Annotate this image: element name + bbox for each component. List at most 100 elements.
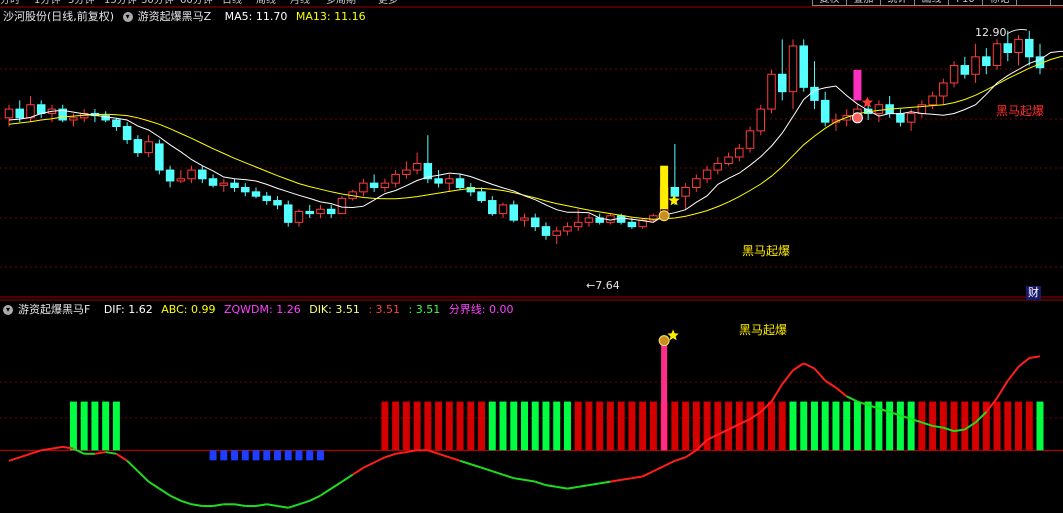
sub-bar-blue — [273, 450, 281, 461]
candle-body — [316, 208, 325, 215]
indicator-line-segment — [770, 383, 784, 403]
sub-bar — [413, 401, 421, 451]
indicator-line-segment — [362, 461, 375, 469]
sub-bar — [478, 401, 486, 451]
sub-bar — [445, 401, 453, 451]
indicator-line-segment — [846, 395, 858, 403]
candle-body — [777, 73, 787, 93]
sub-bar — [585, 401, 593, 451]
toolbar-item-6[interactable]: 日线 — [222, 0, 242, 7]
high-price-label: 12.90 — [975, 26, 1007, 39]
toolbar-item-2[interactable]: 5分钟 — [68, 0, 94, 7]
indicator-line-segment — [30, 449, 42, 455]
indicator-line-segment — [266, 503, 278, 508]
sub-bar — [112, 401, 120, 451]
toolbar-item-3[interactable]: 15分钟 — [104, 0, 137, 7]
sub-bar — [596, 401, 604, 451]
chart-canvas[interactable] — [0, 0, 1063, 513]
toolbar-item-7[interactable]: 周线 — [256, 0, 276, 7]
sub-bar-blue — [263, 450, 271, 461]
indicator-line-segment — [534, 480, 547, 487]
candle-body — [15, 108, 24, 119]
main-indicator-name: 游资起爆黑马Z — [137, 10, 212, 23]
indicator-line-segment — [835, 386, 848, 398]
toolbar-button-1[interactable]: 叠加 — [846, 0, 881, 6]
toolbar-item-9[interactable]: 多周期 — [326, 0, 356, 7]
toolbar-button-6[interactable]: - — [1016, 0, 1051, 6]
sub-bar-blue — [316, 450, 324, 461]
indicator-line-segment — [115, 452, 128, 462]
sub-bar — [563, 401, 571, 451]
candle-body — [616, 215, 626, 223]
indicator-line-segment — [567, 485, 579, 490]
sub-bar — [832, 401, 840, 451]
sub-bar — [1036, 401, 1044, 451]
sub-indicator-menu[interactable]: ▾ 游资起爆黑马F — [3, 303, 95, 316]
candle-body — [251, 191, 261, 197]
candle-body — [122, 126, 132, 141]
sub-bar-blue — [241, 450, 249, 461]
money-bag-icon — [658, 210, 670, 222]
candle-body — [455, 178, 465, 188]
indicator-line-segment — [813, 367, 826, 382]
candle-body — [402, 169, 411, 175]
candle-body — [198, 169, 207, 180]
indicator-line-segment — [352, 466, 364, 476]
sub-indicator-name: 游资起爆黑马F — [18, 303, 91, 316]
indicator-line-segment — [1006, 366, 1020, 382]
indicator-line-segment — [395, 451, 407, 455]
toolbar-item-1[interactable]: 1分钟 — [34, 0, 60, 7]
candle-body — [509, 204, 519, 221]
indicator-line-segment — [126, 460, 139, 472]
candle-body — [573, 221, 583, 228]
indicator-line-segment — [996, 380, 1009, 399]
sub-bar — [961, 401, 969, 451]
toolbar-button-5[interactable]: 标记 — [982, 0, 1017, 6]
candle-body — [359, 182, 368, 193]
candle-body — [756, 108, 766, 132]
candle-body — [928, 95, 937, 106]
low-price-value: 7.64 — [595, 279, 620, 292]
sub-bar — [714, 401, 722, 451]
toolbar-item-10[interactable]: 更多 — [378, 0, 398, 7]
toolbar-button-0[interactable]: 复权 — [812, 0, 847, 6]
sub-bar — [907, 401, 915, 451]
indicator-line-segment — [298, 499, 311, 506]
sub-bar — [102, 401, 110, 451]
candle-body — [305, 210, 314, 215]
sub-bar — [789, 401, 797, 451]
candle-body — [208, 178, 218, 186]
finance-badge[interactable]: 财 — [1026, 286, 1041, 300]
toolbar-button-3[interactable]: 画线 — [914, 0, 949, 6]
indicator-line-segment — [212, 503, 224, 508]
indicator-line-segment — [427, 449, 439, 455]
sub-bar — [778, 401, 786, 451]
signal-label-sub: 黑马起爆 — [739, 323, 788, 337]
sub-bar — [435, 401, 443, 451]
candle-body — [241, 186, 250, 193]
sub-bar — [746, 401, 754, 451]
candle-body — [294, 210, 304, 223]
toolbar-item-8[interactable]: 月线 — [290, 0, 310, 7]
toolbar-item-4[interactable]: 30分钟 — [141, 0, 174, 7]
toolbar-button-7[interactable]: + — [1050, 0, 1063, 6]
fjx-value: 分界线: 0.00 — [448, 303, 514, 316]
toolbar-item-5[interactable]: 60分钟 — [180, 0, 213, 7]
toolbar-button-4[interactable]: F10 — [948, 0, 983, 6]
sub-bar-blue — [252, 450, 260, 461]
sub-bar-blue — [231, 450, 239, 461]
signal-label-main-2: 黑马起爆 — [996, 104, 1045, 118]
indicator-line-segment — [631, 475, 643, 480]
indicator-line-segment — [330, 480, 343, 490]
indicator-line-segment — [449, 456, 461, 462]
toolbar-item-0[interactable]: 分时 — [0, 0, 20, 7]
sub-bar — [810, 401, 818, 451]
toolbar-button-2[interactable]: 统计 — [880, 0, 915, 6]
indicator-menu[interactable]: ▾ 游资起爆黑马Z — [122, 10, 217, 23]
chevron-down-icon[interactable]: ▾ — [3, 305, 13, 315]
candle-body — [380, 182, 390, 188]
chevron-down-icon[interactable]: ▾ — [122, 12, 133, 22]
candle-body — [1014, 38, 1023, 53]
sub-bar — [628, 401, 636, 451]
candle-body — [4, 108, 14, 119]
